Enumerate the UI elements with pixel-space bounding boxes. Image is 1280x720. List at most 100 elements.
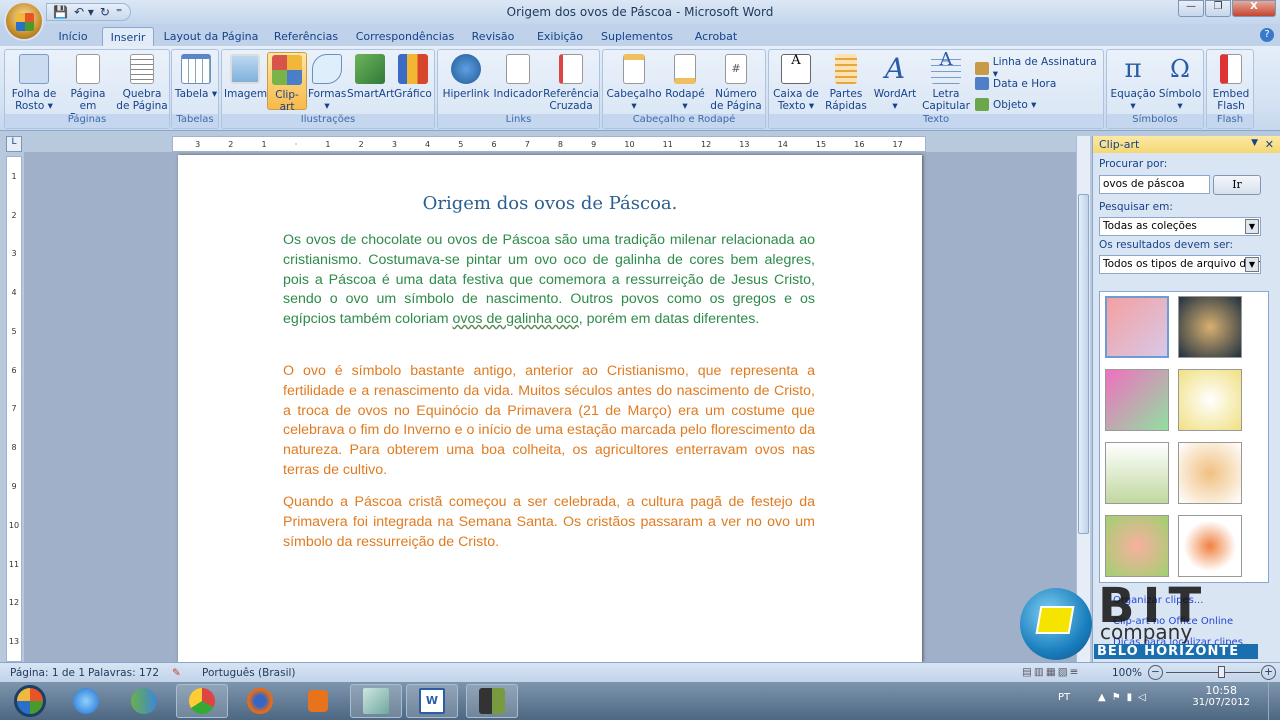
clip-art-thumbnail[interactable]: [1105, 442, 1169, 504]
taskbar-internet-explorer[interactable]: [60, 684, 112, 718]
language[interactable]: Português (Brasil): [202, 667, 296, 679]
ruler-number: 9: [11, 482, 17, 491]
results-label: Os resultados devem ser:: [1099, 239, 1234, 251]
tab-selector[interactable]: L: [6, 136, 22, 152]
group-ilustracoes: Imagem Clip-art Formas ▾ SmartArt Gráfic…: [221, 49, 435, 129]
tab-layout[interactable]: Layout da Página: [162, 27, 260, 46]
taskbar-firefox[interactable]: [234, 684, 286, 718]
ruler-number: 1: [325, 139, 331, 149]
tab-inserir[interactable]: Inserir: [102, 27, 154, 46]
clip-art-thumbnail[interactable]: [1105, 296, 1169, 358]
formas-button[interactable]: Formas ▾: [308, 52, 346, 112]
chevron-down-icon[interactable]: ▼: [1245, 219, 1259, 234]
vertical-ruler[interactable]: 1 2 3 4 5 6 7 8 9 10 11 12 13: [6, 156, 22, 662]
folha-de-rosto-button[interactable]: Folha de Rosto ▾: [7, 52, 61, 112]
office-button[interactable]: [4, 1, 44, 41]
close-pane-icon[interactable]: ✕: [1265, 138, 1274, 151]
zoom-slider[interactable]: [1166, 672, 1260, 673]
clip-art-thumbnail[interactable]: [1178, 369, 1242, 431]
ruler-number: 7: [11, 404, 17, 414]
taskbar-chrome[interactable]: [176, 684, 228, 718]
footer-icon: [674, 54, 696, 84]
tab-suplementos[interactable]: Suplementos: [600, 27, 674, 46]
globe-link-icon: [451, 54, 481, 84]
hiperlink-button[interactable]: Hiperlink: [440, 52, 492, 100]
group-label: Símbolos: [1107, 114, 1203, 128]
ruler-number: 1: [11, 171, 17, 181]
word-count[interactable]: Palavras: 172: [88, 667, 159, 679]
tab-revisao[interactable]: Revisão: [468, 27, 518, 46]
ruler-number: 12: [700, 139, 712, 149]
group-label: Links: [438, 114, 599, 128]
cover-page-icon: [19, 54, 49, 84]
go-button[interactable]: Ir: [1213, 175, 1261, 195]
clip-art-thumbnail[interactable]: [1178, 515, 1242, 577]
tab-referencias[interactable]: Referências: [270, 27, 342, 46]
zoom-slider-thumb[interactable]: [1218, 666, 1226, 678]
tab-inicio[interactable]: Início: [52, 27, 94, 46]
equacao-button[interactable]: π Equação ▾: [1109, 52, 1157, 112]
tray-icons[interactable]: ▲⚑▮◁: [1098, 692, 1152, 703]
clip-art-thumbnail[interactable]: [1105, 515, 1169, 577]
wordart-button[interactable]: A WordArt ▾: [871, 52, 919, 113]
tab-acrobat[interactable]: Acrobat: [688, 27, 744, 46]
page-count[interactable]: Página: 1 de 1: [10, 667, 85, 679]
maximize-button[interactable]: ❐: [1205, 0, 1231, 17]
view-buttons[interactable]: ▤▥▦▧≡: [1022, 666, 1080, 678]
data-e-hora-button[interactable]: Data e Hora: [975, 77, 1056, 90]
tabela-button[interactable]: Tabela ▾: [174, 52, 218, 100]
taskbar: W PT ▲⚑▮◁ 10:58 31/07/2012: [0, 682, 1280, 720]
quebra-de-pagina-button[interactable]: Quebra de Página: [115, 52, 169, 112]
taskbar-word[interactable]: W: [406, 684, 458, 718]
tab-correspondencias[interactable]: Correspondências: [352, 27, 458, 46]
proofing-icon[interactable]: ✎: [172, 667, 181, 679]
smartart-button[interactable]: SmartArt: [347, 52, 394, 100]
taskbar-messenger[interactable]: [118, 684, 170, 718]
caixa-de-texto-button[interactable]: A Caixa de Texto ▾: [771, 52, 821, 112]
ruler-number: 5: [458, 139, 464, 149]
pane-header: Clip-art ▼ ✕: [1093, 136, 1280, 153]
cabecalho-button[interactable]: Cabeçalho ▾: [605, 52, 663, 112]
horizontal-ruler[interactable]: 3 2 1 · 1 2 3 4 5 6 7 8 9 10 11 12 13 14 15 16 17: [172, 136, 926, 152]
paragraph-3: Quando a Páscoa cristã começou a ser cel…: [283, 494, 815, 550]
grafico-button[interactable]: Gráfico: [392, 52, 434, 100]
spelling-error[interactable]: ovos de galinha oco: [453, 311, 579, 327]
zoom-out-button[interactable]: −: [1148, 665, 1163, 680]
search-in-select[interactable]: Todas as coleções ▼: [1099, 217, 1261, 236]
taskbar-camera[interactable]: [466, 684, 518, 718]
show-desktop-button[interactable]: [1268, 682, 1280, 720]
document-page[interactable]: Origem dos ovos de Páscoa. Os ovos de ch…: [178, 155, 922, 662]
clip-art-thumbnail[interactable]: [1178, 296, 1242, 358]
taskbar-media-player[interactable]: [292, 684, 344, 718]
text-box-icon: A: [781, 54, 811, 84]
start-button[interactable]: [4, 684, 56, 718]
embed-flash-button[interactable]: Embed Flash: [1209, 52, 1253, 112]
chevron-down-icon[interactable]: ▼: [1245, 257, 1259, 272]
minimize-button[interactable]: —: [1178, 0, 1204, 17]
clip-art-thumbnail[interactable]: [1178, 442, 1242, 504]
taskbar-notepad[interactable]: [350, 684, 402, 718]
indicador-button[interactable]: Indicador: [492, 52, 544, 100]
referencia-cruzada-button[interactable]: Referência Cruzada: [542, 52, 600, 112]
scroll-thumb[interactable]: [1078, 194, 1089, 534]
simbolo-button[interactable]: Ω Símbolo ▾: [1157, 52, 1203, 112]
results-type-select[interactable]: Todos os tipos de arquivo de mí ▼: [1099, 255, 1261, 274]
group-label: Texto: [769, 114, 1103, 128]
clock[interactable]: 10:58 31/07/2012: [1192, 684, 1250, 708]
zoom-in-button[interactable]: +: [1261, 665, 1276, 680]
input-language[interactable]: PT: [1058, 692, 1070, 703]
objeto-button[interactable]: Objeto ▾: [975, 98, 1036, 111]
rodape-button[interactable]: Rodapé ▾: [663, 52, 707, 112]
bookmark-icon: [506, 54, 530, 84]
help-icon[interactable]: ?: [1260, 28, 1274, 42]
group-flash: Embed Flash Flash: [1206, 49, 1254, 129]
search-input[interactable]: ovos de páscoa: [1099, 175, 1210, 194]
clip-art-thumbnail[interactable]: [1105, 369, 1169, 431]
ruler-number: 16: [854, 139, 865, 149]
pane-menu-icon[interactable]: ▼: [1251, 138, 1258, 148]
zoom-level[interactable]: 100%: [1112, 667, 1142, 679]
imagem-button[interactable]: Imagem: [224, 52, 267, 100]
tab-exibicao[interactable]: Exibição: [530, 27, 590, 46]
clip-art-button[interactable]: Clip-art: [267, 52, 307, 113]
close-button[interactable]: X: [1232, 0, 1276, 17]
